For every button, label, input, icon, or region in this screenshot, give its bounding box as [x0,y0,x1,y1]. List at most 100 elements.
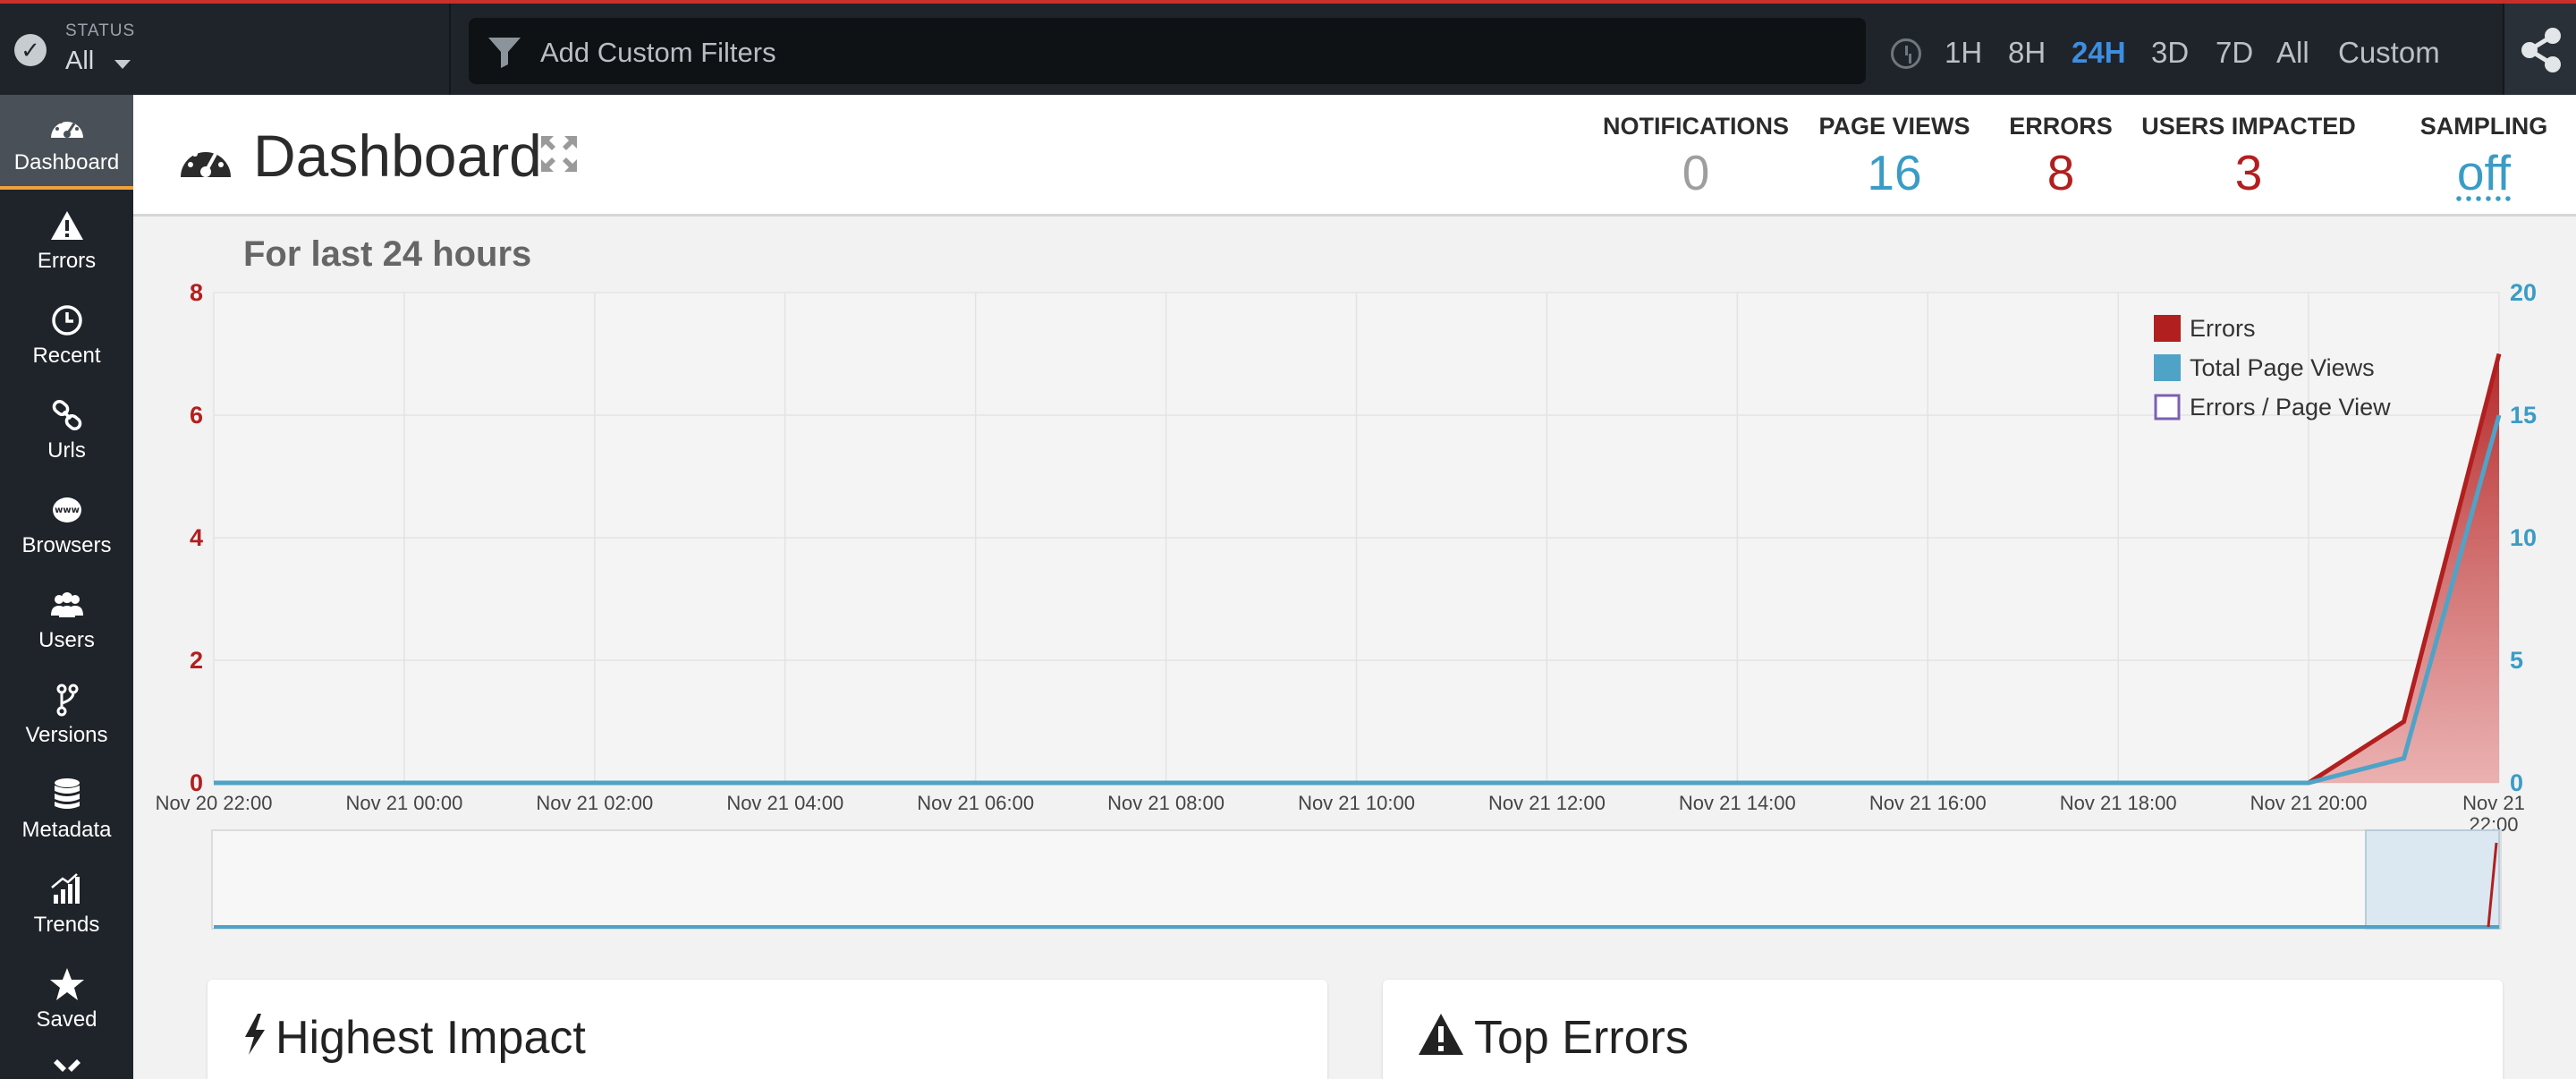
x-tick-label: Nov 21 08:00 [1107,792,1224,814]
navigator-strip [211,829,2502,930]
sidebar-item-label: Versions [25,723,108,747]
y-left-tick-label: 8 [190,279,203,306]
metric-label: SAMPLING [2419,113,2548,140]
legend-swatch [2154,394,2181,421]
database-icon [0,777,133,812]
metric-label: ERRORS [2009,113,2113,140]
sidebar-item-saved[interactable]: Saved [0,952,133,1047]
dashboard-icon [0,109,133,145]
metric-value: 3 [2234,145,2263,200]
www-icon: www [0,492,133,528]
legend-label: Total Page Views [2190,354,2375,381]
branch-icon [0,682,133,718]
x-tick-label: Nov 20 22:00 [156,792,273,814]
link-icon [0,397,133,433]
trends-icon [0,871,133,907]
page-header: Dashboard NOTIFICATIONS 0 PAGE VIEWS 16 … [133,95,2576,217]
clock-icon [0,302,133,338]
range-7d[interactable]: 7D [2216,36,2253,70]
filter-placeholder: Add Custom Filters [540,37,776,68]
wrench-icon [0,1056,133,1079]
chevron-down-icon[interactable] [114,60,131,69]
metric-page-views[interactable]: PAGE VIEWS 16 [1809,113,1979,201]
x-tick-label: Nov 21 20:00 [2250,792,2368,814]
navigator-selection [2364,829,2500,930]
highest-impact-panel: Highest Impact [208,980,1327,1079]
sidebar-item-metadata[interactable]: Metadata [0,762,133,857]
filter-icon [488,38,521,68]
dashboard-icon [181,146,231,177]
metric-value[interactable]: off [2403,144,2564,201]
sidebar-item-trends[interactable]: Trends [0,857,133,952]
sidebar-item-label: Recent [32,344,101,368]
metric-value: 16 [1867,145,1922,200]
status-label: STATUS [65,21,136,40]
users-icon [0,587,133,623]
metric-notifications[interactable]: NOTIFICATIONS 0 [1584,113,1808,201]
sidebar-item-label: Saved [36,1007,97,1032]
star-icon [0,966,133,1002]
range-all[interactable]: All [2276,36,2309,70]
sidebar: Dashboard Errors Recent Urls www Browser… [0,95,133,1079]
range-3d[interactable]: 3D [2151,36,2189,70]
metric-users-impacted[interactable]: USERS IMPACTED 3 [2140,113,2357,201]
metric-label: PAGE VIEWS [1818,113,1970,140]
x-tick-label: Nov 21 [2462,792,2525,814]
top-errors-panel: Top Errors [1383,980,2503,1079]
range-24h[interactable]: 24H [2072,36,2126,70]
sidebar-item-label: Dashboard [13,150,120,174]
metric-label: USERS IMPACTED [2141,113,2356,140]
y-left-tick-label: 4 [190,524,203,551]
warning-icon [1419,1014,1463,1055]
x-tick-label: Nov 21 12:00 [1488,792,1606,814]
top-bar: ✓ STATUS All Add Custom Filters 1H 8H 24… [0,0,2576,95]
chart-area: 0 2 4 6 8 0 5 10 15 20 Nov 20 22:00 Nov 21 00:00 Nov… [133,219,2576,944]
panel-title: Highest Impact [275,1012,586,1064]
page-title: Dashboard [253,123,542,189]
range-8h[interactable]: 8H [2008,36,2046,70]
sidebar-item-recent[interactable]: Recent [0,288,133,383]
legend-swatch [2154,354,2181,381]
range-custom[interactable]: Custom [2338,36,2440,70]
sidebar-item-label: Users [38,628,95,652]
share-button[interactable] [2503,4,2576,95]
sidebar-item-users[interactable]: Users [0,573,133,667]
x-tick-label: Nov 21 04:00 [726,792,843,814]
y-right-tick-label: 15 [2510,402,2537,429]
clock-icon [1891,38,1921,69]
panel-title: Top Errors [1474,1012,1689,1064]
y-left-tick-label: 2 [190,647,203,674]
warning-icon [0,208,133,243]
sidebar-item-label: Metadata [21,818,112,842]
custom-filter-input[interactable]: Add Custom Filters [469,18,1866,84]
metric-label: NOTIFICATIONS [1603,113,1789,140]
x-tick-label: Nov 21 14:00 [1679,792,1796,814]
y-left-tick-label: 6 [190,402,203,429]
status-value[interactable]: All [65,47,94,76]
y-right-tick-label: 10 [2510,524,2537,551]
check-circle-icon: ✓ [14,34,47,66]
sidebar-item-browsers[interactable]: www Browsers [0,478,133,573]
metric-value: 0 [1682,145,1710,200]
sidebar-item-versions[interactable]: Versions [0,667,133,762]
sidebar-item-label: Trends [33,913,100,937]
errors-pageviews-chart[interactable]: 0246805101520Nov 20 22:00 Nov 21 00:00 Nov… [133,219,2576,944]
range-1h[interactable]: 1H [1945,36,1982,70]
sidebar-item-urls[interactable]: Urls [0,383,133,478]
x-tick-label: Nov 21 18:00 [2060,792,2177,814]
legend-label: Errors [2190,315,2256,342]
sidebar-item-settings[interactable] [0,1047,133,1079]
svg-text:www: www [55,506,80,515]
x-tick-label: Nov 21 00:00 [345,792,462,814]
y-right-tick-label: 5 [2510,647,2523,674]
sidebar-item-errors[interactable]: Errors [0,193,133,288]
metric-errors[interactable]: ERRORS 8 [1998,113,2123,201]
metric-sampling[interactable]: SAMPLING off [2403,113,2564,201]
sidebar-item-dashboard[interactable]: Dashboard [0,95,133,190]
expand-icon[interactable] [538,132,580,175]
bolt-icon [245,1014,265,1055]
y-right-tick-label: 20 [2510,279,2537,306]
legend-swatch [2154,315,2181,342]
sidebar-item-label: Urls [47,438,86,463]
status-filter[interactable]: ✓ STATUS All [0,4,451,95]
